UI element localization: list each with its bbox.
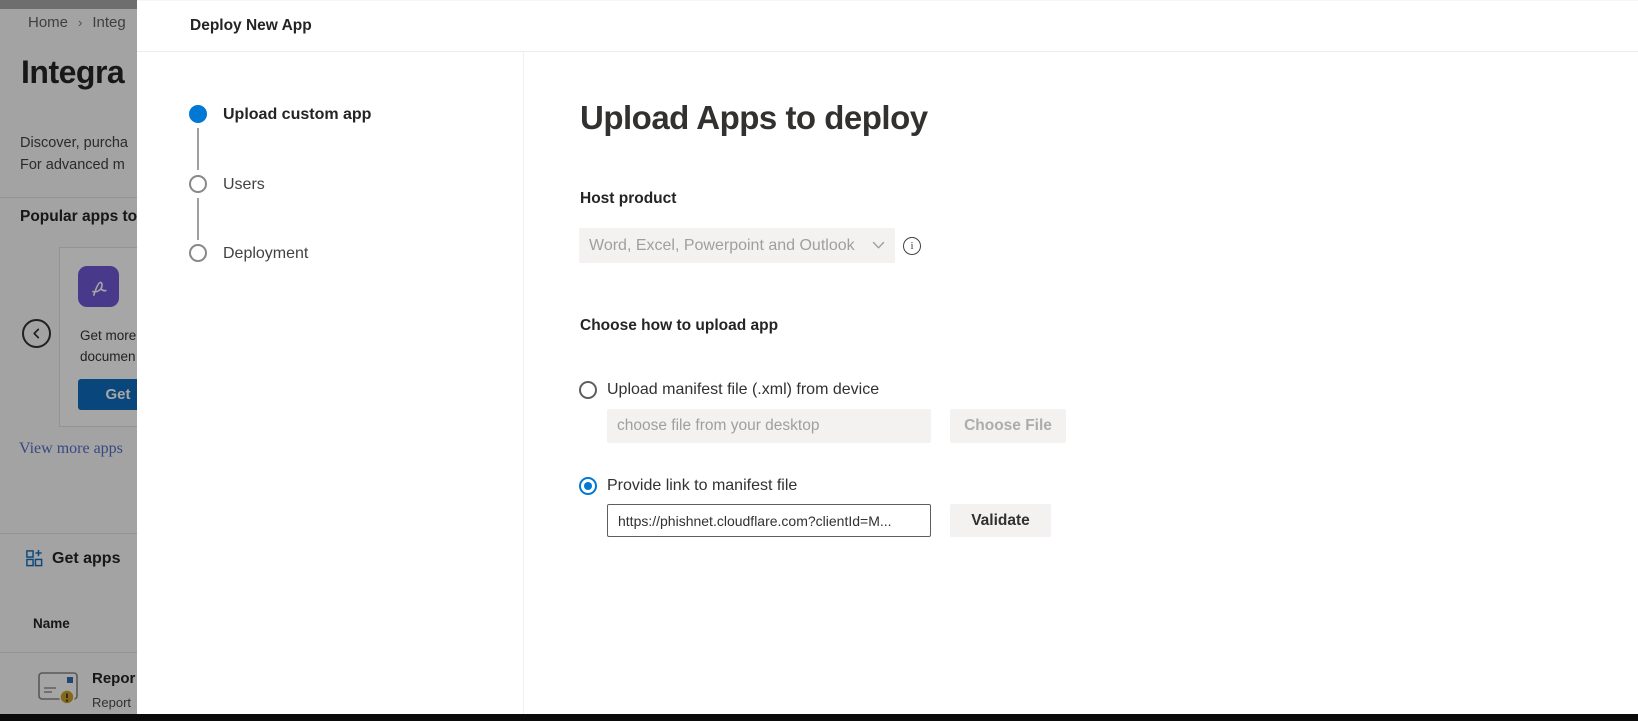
provide-link-radio[interactable] [579,477,597,495]
step-label-users: Users [223,176,265,194]
step-indicator-users [189,175,207,193]
step-connector [197,128,199,170]
info-icon[interactable]: i [903,237,921,255]
validate-button[interactable]: Validate [950,504,1051,537]
page-heading: Upload Apps to deploy [580,99,928,137]
wizard-stepper: Upload custom app Users Deployment [137,52,524,714]
host-product-label: Host product [580,190,676,208]
host-product-dropdown[interactable]: Word, Excel, Powerpoint and Outlook [579,228,895,263]
upload-file-radio-label: Upload manifest file (.xml) from device [607,381,879,399]
step-connector [197,198,199,240]
panel-header: Deploy New App [137,1,1638,52]
upload-file-radio[interactable] [579,381,597,399]
chevron-down-icon [872,241,885,250]
provide-link-radio-label: Provide link to manifest file [607,477,797,495]
manifest-file-input[interactable] [607,409,931,443]
bottom-black-bar [0,714,1638,721]
step-indicator-deployment [189,244,207,262]
background-page: Home›Integ Integra Discover, purcha For … [0,0,137,721]
manifest-link-input[interactable] [607,504,931,537]
choose-file-button[interactable]: Choose File [950,409,1066,443]
deploy-new-app-panel: Deploy New App Upload custom app Users D… [137,0,1638,721]
radio-selected-dot [584,482,592,490]
step-indicator-upload-custom-app [189,105,207,123]
panel-title: Deploy New App [190,17,312,35]
host-product-dropdown-value: Word, Excel, Powerpoint and Outlook [589,237,872,255]
step-label-deployment: Deployment [223,245,308,263]
choose-upload-method-label: Choose how to upload app [580,317,778,335]
step-label-upload-custom-app: Upload custom app [223,106,371,124]
modal-dim-overlay [0,0,137,721]
